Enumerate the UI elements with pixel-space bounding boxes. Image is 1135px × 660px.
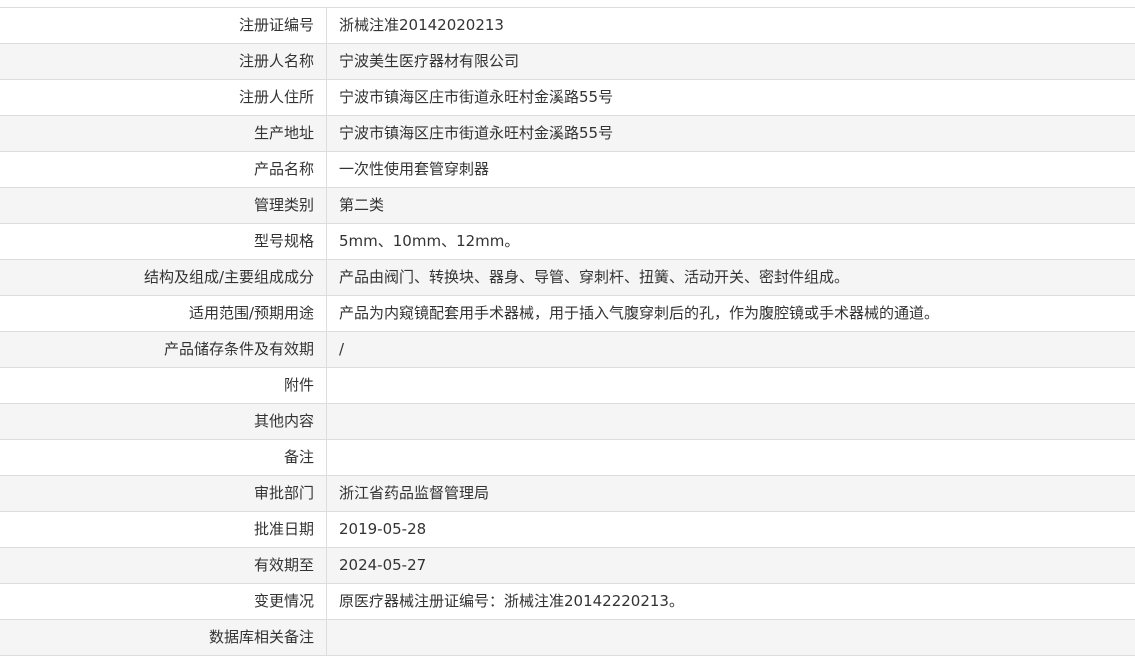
- row-value: 浙械注准20142020213: [339, 16, 504, 34]
- table-row-model-spec: 型号规格 5mm、10mm、12mm。: [0, 224, 1135, 260]
- row-value: 浙江省药品监督管理局: [339, 484, 490, 502]
- table-row-database-notes: 数据库相关备注: [0, 620, 1135, 656]
- row-label: 注册人名称: [0, 44, 327, 79]
- table-row-remarks: 备注: [0, 440, 1135, 476]
- row-value: 产品由阀门、转换块、器身、导管、穿刺杆、扭簧、活动开关、密封件组成。: [339, 268, 850, 286]
- table-row-valid-until: 有效期至 2024-05-27: [0, 548, 1135, 584]
- row-label: 适用范围/预期用途: [0, 296, 327, 331]
- row-value: 第二类: [339, 196, 385, 214]
- row-value: [327, 620, 1135, 655]
- table-row-intended-use: 适用范围/预期用途 产品为内窥镜配套用手术器械，用于插入气腹穿刺后的孔，作为腹腔…: [0, 296, 1135, 332]
- row-value: 2024-05-27: [339, 556, 427, 574]
- table-row-structure-composition: 结构及组成/主要组成成分 产品由阀门、转换块、器身、导管、穿刺杆、扭簧、活动开关…: [0, 260, 1135, 296]
- row-label: 产品储存条件及有效期: [0, 332, 327, 367]
- table-row-change-history: 变更情况 原医疗器械注册证编号：浙械注准20142220213。: [0, 584, 1135, 620]
- row-label: 批准日期: [0, 512, 327, 547]
- table-row-storage-validity: 产品储存条件及有效期 /: [0, 332, 1135, 368]
- table-row-approval-date: 批准日期 2019-05-28: [0, 512, 1135, 548]
- row-value: 宁波美生医疗器材有限公司: [339, 52, 520, 70]
- row-value: [327, 440, 1135, 475]
- row-label: 备注: [0, 440, 327, 475]
- row-label: 变更情况: [0, 584, 327, 619]
- row-value: 原医疗器械注册证编号：浙械注准20142220213。: [339, 592, 684, 610]
- table-row-registrant-name: 注册人名称 宁波美生医疗器材有限公司: [0, 44, 1135, 80]
- row-label: 生产地址: [0, 116, 327, 151]
- row-value: 产品为内窥镜配套用手术器械，用于插入气腹穿刺后的孔，作为腹腔镜或手术器械的通道。: [339, 304, 940, 322]
- registration-detail-table: 注册证编号 浙械注准20142020213 注册人名称 宁波美生医疗器材有限公司…: [0, 7, 1135, 656]
- row-label: 附件: [0, 368, 327, 403]
- row-label: 注册证编号: [0, 8, 327, 43]
- row-value: 5mm、10mm、12mm。: [339, 232, 520, 250]
- row-label: 型号规格: [0, 224, 327, 259]
- table-row-production-address: 生产地址 宁波市镇海区庄市街道永旺村金溪路55号: [0, 116, 1135, 152]
- row-label: 数据库相关备注: [0, 620, 327, 655]
- row-value: [327, 404, 1135, 439]
- row-label: 管理类别: [0, 188, 327, 223]
- row-value: [327, 368, 1135, 403]
- table-row-attachments: 附件: [0, 368, 1135, 404]
- row-label: 结构及组成/主要组成成分: [0, 260, 327, 295]
- table-row-registrant-address: 注册人住所 宁波市镇海区庄市街道永旺村金溪路55号: [0, 80, 1135, 116]
- row-label: 有效期至: [0, 548, 327, 583]
- table-row-registration-number: 注册证编号 浙械注准20142020213: [0, 8, 1135, 44]
- row-value: 宁波市镇海区庄市街道永旺村金溪路55号: [339, 124, 614, 142]
- row-value: 2019-05-28: [339, 520, 427, 538]
- row-label: 审批部门: [0, 476, 327, 511]
- table-row-management-class: 管理类别 第二类: [0, 188, 1135, 224]
- row-value: /: [339, 340, 345, 358]
- row-label: 注册人住所: [0, 80, 327, 115]
- table-row-other-content: 其他内容: [0, 404, 1135, 440]
- row-value: 一次性使用套管穿刺器: [339, 160, 490, 178]
- row-label: 其他内容: [0, 404, 327, 439]
- row-value: 宁波市镇海区庄市街道永旺村金溪路55号: [339, 88, 614, 106]
- table-row-product-name: 产品名称 一次性使用套管穿刺器: [0, 152, 1135, 188]
- table-row-approval-department: 审批部门 浙江省药品监督管理局: [0, 476, 1135, 512]
- row-label: 产品名称: [0, 152, 327, 187]
